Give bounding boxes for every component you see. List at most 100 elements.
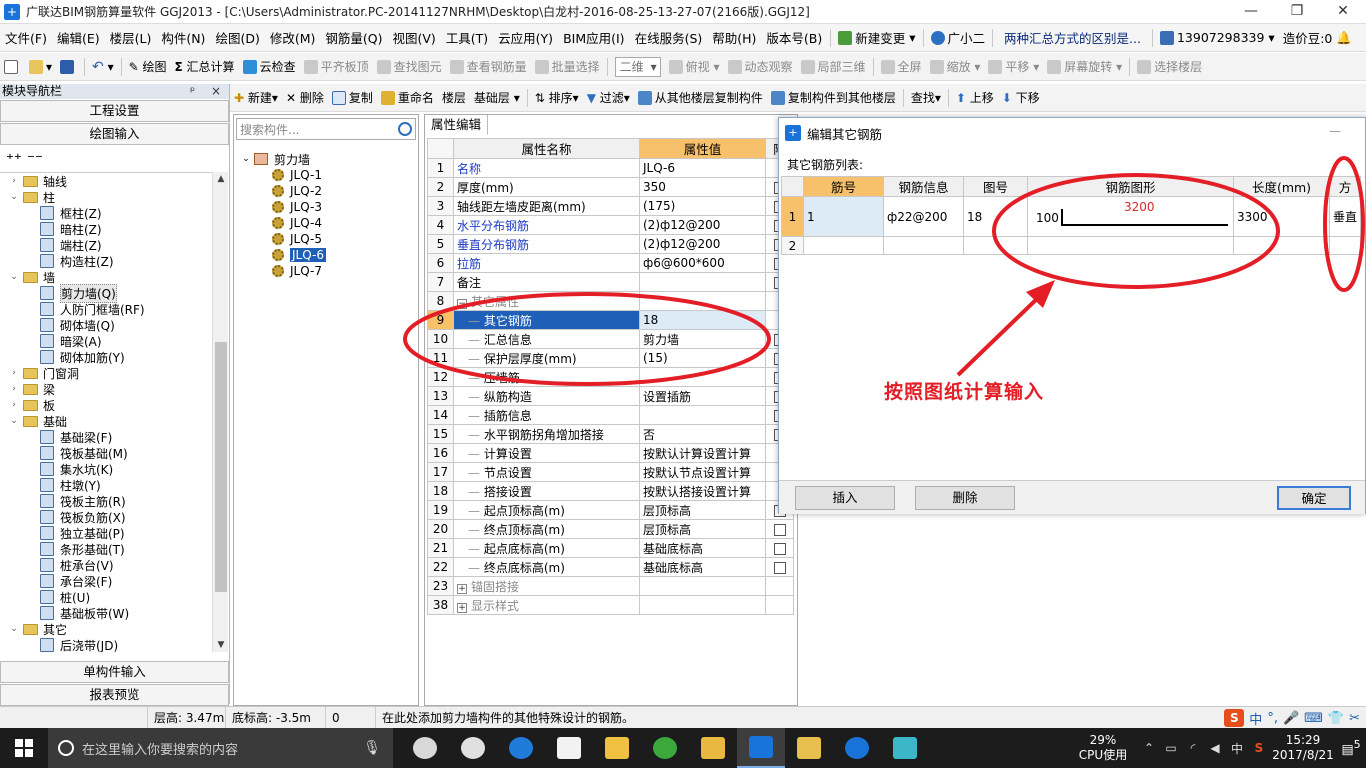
rebar-bar-no[interactable] — [803, 236, 884, 255]
tree-toggle-icon[interactable]: ⌄ — [8, 416, 20, 426]
copy-to-floor-button[interactable]: 复制构件到其他楼层 — [767, 86, 900, 110]
tree-toggle-icon[interactable]: ⌄ — [8, 624, 20, 634]
view-rebar-button[interactable]: 查看钢筋量 — [446, 55, 531, 79]
new-file-button[interactable] — [0, 55, 25, 79]
report-preview-button[interactable]: 报表预览 — [0, 684, 229, 706]
volume-icon[interactable]: ◀ — [1204, 741, 1226, 755]
tree-item[interactable]: 暗梁(A) — [0, 333, 212, 349]
top-view-button[interactable]: 俯视 ▾ — [665, 55, 724, 79]
price-coin[interactable]: 造价豆:0 🔔 — [1279, 28, 1356, 47]
tree-item[interactable]: 构造柱(Z) — [0, 253, 212, 269]
tree-item[interactable]: 桩(U) — [0, 589, 212, 605]
tips-link[interactable]: 两种汇总方式的区别是... — [996, 28, 1149, 47]
property-row[interactable]: 21— 起点底标高(m) 基础底标高 — [427, 538, 794, 558]
single-input-button[interactable]: 单构件输入 — [0, 661, 229, 683]
property-row[interactable]: 19— 起点顶标高(m) 层顶标高 — [427, 500, 794, 520]
property-row[interactable]: 10— 汇总信息 剪力墙 — [427, 329, 794, 349]
property-row[interactable]: 2 厚度(mm) 350 — [427, 177, 794, 197]
component-item[interactable]: JLQ-4 — [234, 215, 418, 231]
tree-item[interactable]: 砌体墙(Q) — [0, 317, 212, 333]
undo-button[interactable]: ↶ ▾ — [88, 55, 118, 79]
rebar-shape-no[interactable]: 18 — [963, 196, 1028, 237]
taskbar-app-browser[interactable] — [449, 728, 497, 768]
menu-item[interactable]: 视图(V) — [387, 28, 440, 47]
property-row[interactable]: 14— 插筋信息 — [427, 405, 794, 425]
floor-select[interactable]: 基础层 ▾ — [470, 86, 524, 110]
component-root[interactable]: ⌄ 剪力墙 — [234, 151, 418, 167]
tree-item[interactable]: 桩承台(V) — [0, 557, 212, 573]
start-button[interactable] — [0, 728, 48, 768]
copy-from-floor-button[interactable]: 从其他楼层复制构件 — [634, 86, 767, 110]
rebar-shape-cell[interactable] — [1027, 236, 1234, 255]
property-value[interactable]: 18 — [639, 310, 766, 330]
property-row[interactable]: 7 备注 — [427, 272, 794, 292]
tree-item[interactable]: 剪力墙(Q) — [0, 283, 212, 303]
move-down-button[interactable]: ⬇ 下移 — [998, 86, 1044, 110]
property-value[interactable]: 350 — [639, 177, 766, 197]
property-row[interactable]: 4 水平分布钢筋 (2)ф12@200 — [427, 215, 794, 235]
tree-folder[interactable]: › 梁 — [0, 381, 212, 397]
scroll-up-icon[interactable]: ▲ — [213, 174, 229, 184]
property-value[interactable]: 基础底标高 — [639, 557, 766, 577]
tree-item[interactable]: 人防门框墙(RF) — [0, 301, 212, 317]
rebar-length[interactable]: 3300 — [1233, 196, 1330, 237]
cpu-meter[interactable]: 29% CPU使用 — [1068, 733, 1138, 763]
cloud-check-button[interactable]: 云检查 — [239, 55, 300, 79]
rebar-length[interactable] — [1233, 236, 1330, 255]
property-row[interactable]: 12— 压墙筋 — [427, 367, 794, 387]
taskbar-app-store[interactable] — [545, 728, 593, 768]
tree-item[interactable]: 砌体加筋(Y) — [0, 349, 212, 365]
zoom-button[interactable]: 缩放 ▾ — [926, 55, 985, 79]
expand-icon[interactable]: + — [457, 583, 467, 594]
property-value[interactable]: 剪力墙 — [639, 329, 766, 349]
taskbar-app-g[interactable] — [833, 728, 881, 768]
tree-item[interactable]: 筏板基础(M) — [0, 445, 212, 461]
pan-button[interactable]: 平移 ▾ — [984, 55, 1043, 79]
dynamic-view-button[interactable]: 动态观察 — [724, 55, 797, 79]
ime-lang[interactable]: 中 — [1249, 709, 1262, 728]
delete-row-button[interactable]: 删除 — [915, 486, 1015, 510]
taskbar-app-green[interactable] — [641, 728, 689, 768]
property-value[interactable]: 否 — [639, 424, 766, 444]
save-button[interactable] — [56, 55, 81, 79]
attach-checkbox[interactable] — [773, 542, 786, 555]
tree-item[interactable]: 独立基础(P) — [0, 525, 212, 541]
property-row[interactable]: 16— 计算设置 按默认计算设置计算 — [427, 443, 794, 463]
tree-item[interactable]: 后浇带(JD) — [0, 637, 212, 652]
property-row[interactable]: 6 拉筋 ф6@600*600 — [427, 253, 794, 273]
property-row[interactable]: 13— 纵筋构造 设置插筋 — [427, 386, 794, 406]
scroll-thumb[interactable] — [215, 342, 227, 592]
filter-button[interactable]: ▼ 过滤 ▾ — [583, 86, 634, 110]
notification-center-icon[interactable]: ▤5 — [1336, 738, 1366, 757]
expand-all-icon[interactable]: ⁺⁺ — [6, 150, 22, 168]
property-value[interactable]: 层顶标高 — [639, 500, 766, 520]
property-value[interactable]: (175) — [639, 196, 766, 216]
component-item[interactable]: JLQ-6 — [234, 247, 418, 263]
user-account[interactable]: 13907298339 ▾ — [1156, 30, 1279, 45]
batch-select-button[interactable]: 批量选择 — [531, 55, 604, 79]
property-value[interactable] — [639, 291, 766, 311]
property-row[interactable]: 1 名称 JLQ-6 — [427, 158, 794, 178]
tree-toggle-icon[interactable]: › — [8, 400, 20, 410]
menu-item[interactable]: 工具(T) — [441, 28, 493, 47]
attach-checkbox[interactable] — [773, 523, 786, 536]
component-item[interactable]: JLQ-2 — [234, 183, 418, 199]
summary-button[interactable]: Σ 汇总计算 — [171, 55, 239, 79]
keyboard-icon[interactable]: ⌨ — [1304, 711, 1323, 726]
menu-item[interactable]: 绘图(D) — [210, 28, 264, 47]
rebar-direction[interactable] — [1328, 236, 1362, 255]
property-value[interactable] — [639, 272, 766, 292]
component-item[interactable]: JLQ-1 — [234, 167, 418, 183]
property-value[interactable] — [639, 367, 766, 387]
menu-item[interactable]: 文件(F) — [0, 28, 52, 47]
tree-toggle-icon[interactable]: › — [8, 384, 20, 394]
copy-button[interactable]: 复制 — [328, 86, 377, 110]
tree-toggle-icon[interactable]: ⌄ — [8, 272, 20, 282]
tools-icon[interactable]: ✂ — [1349, 711, 1360, 726]
project-settings-button[interactable]: 工程设置 — [0, 100, 229, 122]
menu-item[interactable]: 帮助(H) — [707, 28, 761, 47]
taskbar-app-notes[interactable] — [689, 728, 737, 768]
property-row[interactable]: 15— 水平钢筋拐角增加搭接否 — [427, 424, 794, 444]
tree-item[interactable]: 筏板负筋(X) — [0, 509, 212, 525]
rebar-info[interactable]: ф22@200 — [883, 196, 964, 237]
